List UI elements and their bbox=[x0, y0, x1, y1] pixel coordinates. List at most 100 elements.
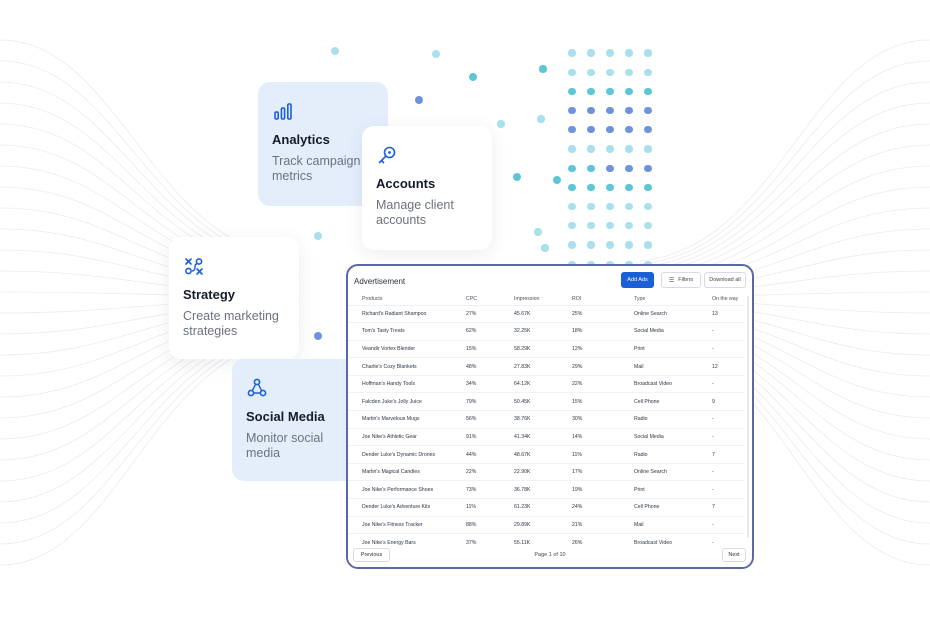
table-row[interactable]: Joe Nike's Fitness Tracker 88% 29.89K 21% Ma… bbox=[348, 516, 744, 535]
flow-line bbox=[639, 165, 930, 280]
advertisement-table: Products CPC Impression ROI Type On the … bbox=[348, 293, 744, 552]
table-cell: 12% bbox=[558, 340, 620, 359]
decorative-dot bbox=[568, 145, 576, 153]
table-cell: Cell Phone bbox=[620, 392, 698, 412]
strategy-card[interactable]: Strategy Create marketing strategies bbox=[169, 237, 299, 359]
social-media-card[interactable]: Social Media Monitor social media bbox=[232, 359, 362, 481]
column-header[interactable]: CPC bbox=[452, 293, 500, 306]
table-cell: - bbox=[698, 410, 744, 429]
table-row[interactable]: Falcden Juke's Jolly Juice 79% 50.45K 15% Ce… bbox=[348, 392, 744, 412]
table-cell: 12 bbox=[698, 357, 744, 376]
column-header[interactable]: Impression bbox=[500, 293, 558, 306]
table-row[interactable]: Dender Luke's Adventure Kits 11% 61.23K 24%… bbox=[348, 498, 744, 517]
table-cell: Print bbox=[620, 480, 698, 500]
table-cell: 48% bbox=[452, 357, 500, 376]
table-cell: 32.25K bbox=[500, 322, 558, 341]
table-cell: Falcden Juke's Jolly Juice bbox=[348, 392, 452, 412]
table-cell: Veandir Vortex Blender bbox=[348, 340, 452, 359]
decorative-dot bbox=[568, 87, 576, 95]
table-cell: 44% bbox=[452, 445, 500, 464]
accounts-card[interactable]: Accounts Manage client accounts bbox=[362, 126, 492, 250]
decorative-dot bbox=[644, 183, 652, 191]
column-header[interactable]: On the way bbox=[698, 293, 744, 306]
decorative-dot bbox=[606, 87, 614, 95]
advertisement-table-panel: Advertisement Add Ads ☰ Filters Download… bbox=[346, 264, 754, 569]
table-header-row: Products CPC Impression ROI Type On the … bbox=[348, 293, 744, 306]
accounts-title: Accounts bbox=[376, 176, 436, 191]
table-row[interactable]: Charlie's Cozy Blankets 48% 27.83K 29% Mail 1… bbox=[348, 357, 744, 376]
table-cell: 29.89K bbox=[500, 516, 558, 535]
decorative-dot bbox=[568, 126, 576, 134]
decorative-dot bbox=[568, 164, 576, 172]
table-row[interactable]: Hoffman's Handy Tools 34% 64.12K 22% Broadca… bbox=[348, 375, 744, 394]
decorative-dot bbox=[587, 126, 595, 134]
filter-icon: ☰ bbox=[668, 277, 675, 284]
decorative-dot bbox=[587, 145, 595, 153]
decorative-dot bbox=[568, 183, 576, 191]
decorative-dot bbox=[587, 68, 595, 76]
table-row[interactable]: Tom's Tasty Treats 62% 32.25K 18% Social Med… bbox=[348, 322, 744, 341]
analytics-description: Track campaign metrics bbox=[272, 154, 361, 183]
table-row[interactable]: Joe Nike's Athletic Gear 91% 41.34K 14% Soci… bbox=[348, 428, 744, 447]
table-cell: 17% bbox=[558, 463, 620, 482]
table-cell: 50.45K bbox=[500, 392, 558, 412]
table-cell: 15% bbox=[558, 392, 620, 412]
table-cell: 41.34K bbox=[500, 428, 558, 447]
decorative-dot bbox=[568, 107, 576, 115]
decorative-dot bbox=[587, 164, 595, 172]
social-network-icon bbox=[247, 378, 267, 397]
strategy-title: Strategy bbox=[183, 287, 236, 302]
filters-label: Filters bbox=[678, 277, 694, 283]
filters-button[interactable]: ☰ Filters bbox=[661, 272, 701, 288]
decorative-dot bbox=[625, 241, 633, 249]
table-cell: - bbox=[698, 375, 744, 394]
table-row[interactable]: Veandir Vortex Blender 15% 58.29K 12% Print - bbox=[348, 340, 744, 359]
table-cell: 22% bbox=[558, 375, 620, 394]
table-cell: 73% bbox=[452, 480, 500, 500]
table-cell: Hoffman's Handy Tools bbox=[348, 375, 452, 394]
decorative-dot bbox=[644, 145, 652, 153]
decorative-dot bbox=[644, 126, 652, 134]
table-cell: - bbox=[698, 340, 744, 359]
table-cell: 48.67K bbox=[500, 445, 558, 464]
table-row[interactable]: Martin's Marvelous Mugs 56% 38.76K 30% Radio… bbox=[348, 410, 744, 429]
table-cell: 30% bbox=[558, 410, 620, 429]
column-header[interactable]: Products bbox=[348, 293, 452, 306]
bar-chart-icon bbox=[274, 103, 292, 120]
column-header[interactable]: Type bbox=[620, 293, 698, 306]
table-row[interactable]: Richard's Radiant Shampoo 27% 45.67K 25% Onl… bbox=[348, 305, 744, 324]
social-media-title: Social Media bbox=[246, 409, 325, 424]
table-row[interactable]: Joe Nike's Performance Shoes 73% 36.78K 19%… bbox=[348, 480, 744, 500]
table-cell: 11% bbox=[452, 498, 500, 517]
table-cell: 62% bbox=[452, 322, 500, 341]
table-cell: Richard's Radiant Shampoo bbox=[348, 305, 452, 324]
page-indicator: Page 1 of 10 bbox=[534, 552, 566, 558]
decorative-dot bbox=[415, 96, 423, 104]
decorative-dot bbox=[587, 203, 595, 211]
decorative-dot bbox=[625, 87, 633, 95]
decorative-dot bbox=[587, 49, 595, 57]
column-header[interactable]: ROI bbox=[558, 293, 620, 306]
table-cell: 13 bbox=[698, 305, 744, 324]
decorative-dot bbox=[606, 222, 614, 230]
decorative-dot bbox=[625, 203, 633, 211]
table-cell: - bbox=[698, 463, 744, 482]
table-cell: Martin's Magical Candles bbox=[348, 463, 452, 482]
decorative-dot bbox=[513, 173, 521, 181]
table-row[interactable]: Martin's Magical Candles 22% 22.90K 17% Onli… bbox=[348, 463, 744, 482]
table-cell: 88% bbox=[452, 516, 500, 535]
decorative-dot bbox=[606, 183, 614, 191]
table-cell: 38.76K bbox=[500, 410, 558, 429]
decorative-dot bbox=[644, 107, 652, 115]
table-cell: 9 bbox=[698, 392, 744, 412]
decorative-dot bbox=[644, 87, 652, 95]
decorative-dot bbox=[606, 49, 614, 57]
download-all-button[interactable]: Download all bbox=[704, 272, 746, 288]
table-cell: Broadcast Video bbox=[620, 375, 698, 394]
table-cell: 7 bbox=[698, 445, 744, 464]
next-page-button[interactable]: Next bbox=[722, 548, 746, 562]
table-scrollbar[interactable] bbox=[747, 296, 749, 538]
add-ads-button[interactable]: Add Ads bbox=[621, 272, 654, 288]
table-cell: Tom's Tasty Treats bbox=[348, 322, 452, 341]
table-row[interactable]: Dender Luke's Dynamic Drones 44% 48.67K 11%… bbox=[348, 445, 744, 464]
